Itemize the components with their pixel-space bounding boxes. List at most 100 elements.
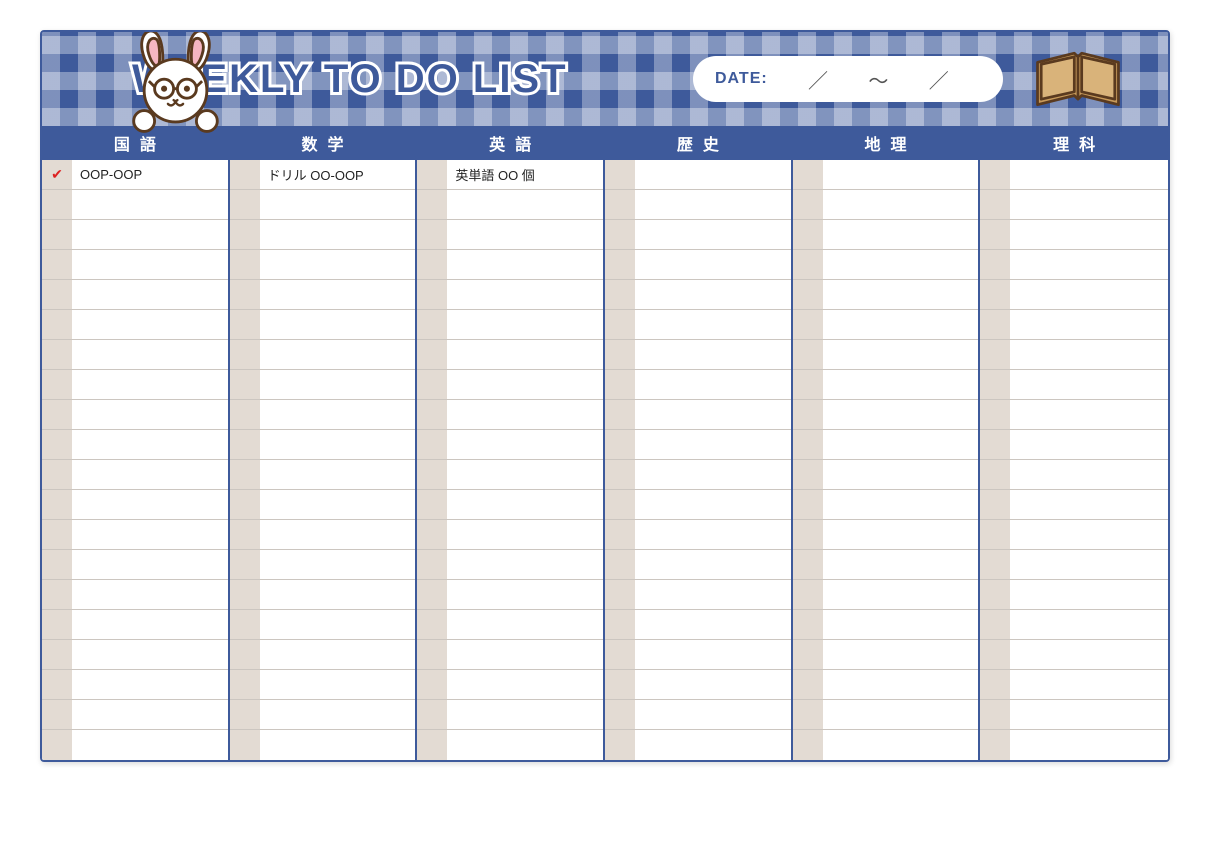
row-text[interactable]	[447, 520, 603, 549]
row-text[interactable]	[260, 460, 416, 489]
row-checkbox[interactable]	[793, 490, 823, 519]
row-checkbox[interactable]	[42, 340, 72, 369]
row-checkbox[interactable]	[605, 670, 635, 699]
row-text[interactable]	[260, 340, 416, 369]
row-text[interactable]: 英単語 OO 個	[447, 160, 603, 189]
row-text[interactable]	[1010, 370, 1168, 399]
row-checkbox[interactable]	[417, 340, 447, 369]
row-text[interactable]	[1010, 730, 1168, 760]
row-text[interactable]	[72, 430, 228, 459]
row-checkbox[interactable]	[605, 700, 635, 729]
row-checkbox[interactable]	[605, 550, 635, 579]
row-checkbox[interactable]	[605, 460, 635, 489]
row-text[interactable]	[1010, 430, 1168, 459]
row-text[interactable]	[72, 220, 228, 249]
row-text[interactable]	[72, 190, 228, 219]
row-checkbox[interactable]	[230, 730, 260, 760]
row-text[interactable]	[447, 640, 603, 669]
row-checkbox[interactable]	[793, 400, 823, 429]
row-text[interactable]	[72, 730, 228, 760]
row-checkbox[interactable]	[230, 460, 260, 489]
row-checkbox[interactable]	[417, 310, 447, 339]
row-checkbox[interactable]	[605, 730, 635, 760]
row-checkbox[interactable]	[230, 310, 260, 339]
row-checkbox[interactable]	[42, 670, 72, 699]
row-checkbox[interactable]: ✔	[42, 160, 72, 189]
row-checkbox[interactable]	[793, 640, 823, 669]
row-text[interactable]	[72, 310, 228, 339]
row-text[interactable]	[635, 610, 791, 639]
row-checkbox[interactable]	[230, 160, 260, 189]
row-checkbox[interactable]	[605, 430, 635, 459]
row-text[interactable]	[447, 580, 603, 609]
row-checkbox[interactable]	[230, 610, 260, 639]
row-text[interactable]	[260, 400, 416, 429]
row-checkbox[interactable]	[793, 670, 823, 699]
row-text[interactable]	[1010, 580, 1168, 609]
row-checkbox[interactable]	[980, 340, 1010, 369]
row-checkbox[interactable]	[605, 580, 635, 609]
row-checkbox[interactable]	[793, 280, 823, 309]
row-text[interactable]	[635, 220, 791, 249]
row-text[interactable]	[1010, 160, 1168, 189]
row-text[interactable]	[447, 460, 603, 489]
row-text[interactable]	[1010, 700, 1168, 729]
row-text[interactable]	[447, 700, 603, 729]
row-checkbox[interactable]	[42, 370, 72, 399]
row-checkbox[interactable]	[417, 670, 447, 699]
row-text[interactable]	[260, 370, 416, 399]
row-checkbox[interactable]	[980, 550, 1010, 579]
row-text[interactable]	[1010, 610, 1168, 639]
row-text[interactable]	[635, 190, 791, 219]
row-text[interactable]	[823, 430, 979, 459]
row-checkbox[interactable]	[42, 610, 72, 639]
row-checkbox[interactable]	[605, 520, 635, 549]
row-text[interactable]	[72, 400, 228, 429]
row-checkbox[interactable]	[605, 280, 635, 309]
row-text[interactable]	[72, 490, 228, 519]
row-checkbox[interactable]	[417, 370, 447, 399]
row-text[interactable]	[72, 520, 228, 549]
row-text[interactable]	[447, 340, 603, 369]
row-checkbox[interactable]	[605, 490, 635, 519]
row-checkbox[interactable]	[793, 340, 823, 369]
row-text[interactable]	[72, 250, 228, 279]
row-text[interactable]	[635, 280, 791, 309]
row-checkbox[interactable]	[417, 520, 447, 549]
row-text[interactable]	[447, 610, 603, 639]
row-text[interactable]	[72, 580, 228, 609]
row-text[interactable]	[823, 610, 979, 639]
row-checkbox[interactable]	[230, 550, 260, 579]
row-checkbox[interactable]	[230, 190, 260, 219]
row-checkbox[interactable]	[230, 220, 260, 249]
row-text[interactable]	[635, 520, 791, 549]
row-text[interactable]	[260, 250, 416, 279]
row-text[interactable]	[823, 400, 979, 429]
row-checkbox[interactable]	[417, 580, 447, 609]
row-text[interactable]	[72, 670, 228, 699]
row-checkbox[interactable]	[417, 550, 447, 579]
row-text[interactable]	[635, 310, 791, 339]
row-checkbox[interactable]	[230, 670, 260, 699]
row-checkbox[interactable]	[417, 610, 447, 639]
row-checkbox[interactable]	[980, 430, 1010, 459]
row-checkbox[interactable]	[417, 190, 447, 219]
row-checkbox[interactable]	[605, 310, 635, 339]
row-text[interactable]	[823, 580, 979, 609]
row-checkbox[interactable]	[230, 340, 260, 369]
row-text[interactable]	[447, 730, 603, 760]
row-checkbox[interactable]	[42, 250, 72, 279]
row-checkbox[interactable]	[980, 490, 1010, 519]
row-text[interactable]	[260, 220, 416, 249]
row-checkbox[interactable]	[230, 580, 260, 609]
row-text[interactable]	[823, 310, 979, 339]
row-text[interactable]	[635, 460, 791, 489]
row-checkbox[interactable]	[230, 490, 260, 519]
row-text[interactable]	[72, 370, 228, 399]
row-text[interactable]	[823, 490, 979, 519]
row-text[interactable]	[635, 430, 791, 459]
row-text[interactable]	[260, 550, 416, 579]
row-checkbox[interactable]	[793, 460, 823, 489]
row-checkbox[interactable]	[980, 700, 1010, 729]
row-checkbox[interactable]	[230, 430, 260, 459]
